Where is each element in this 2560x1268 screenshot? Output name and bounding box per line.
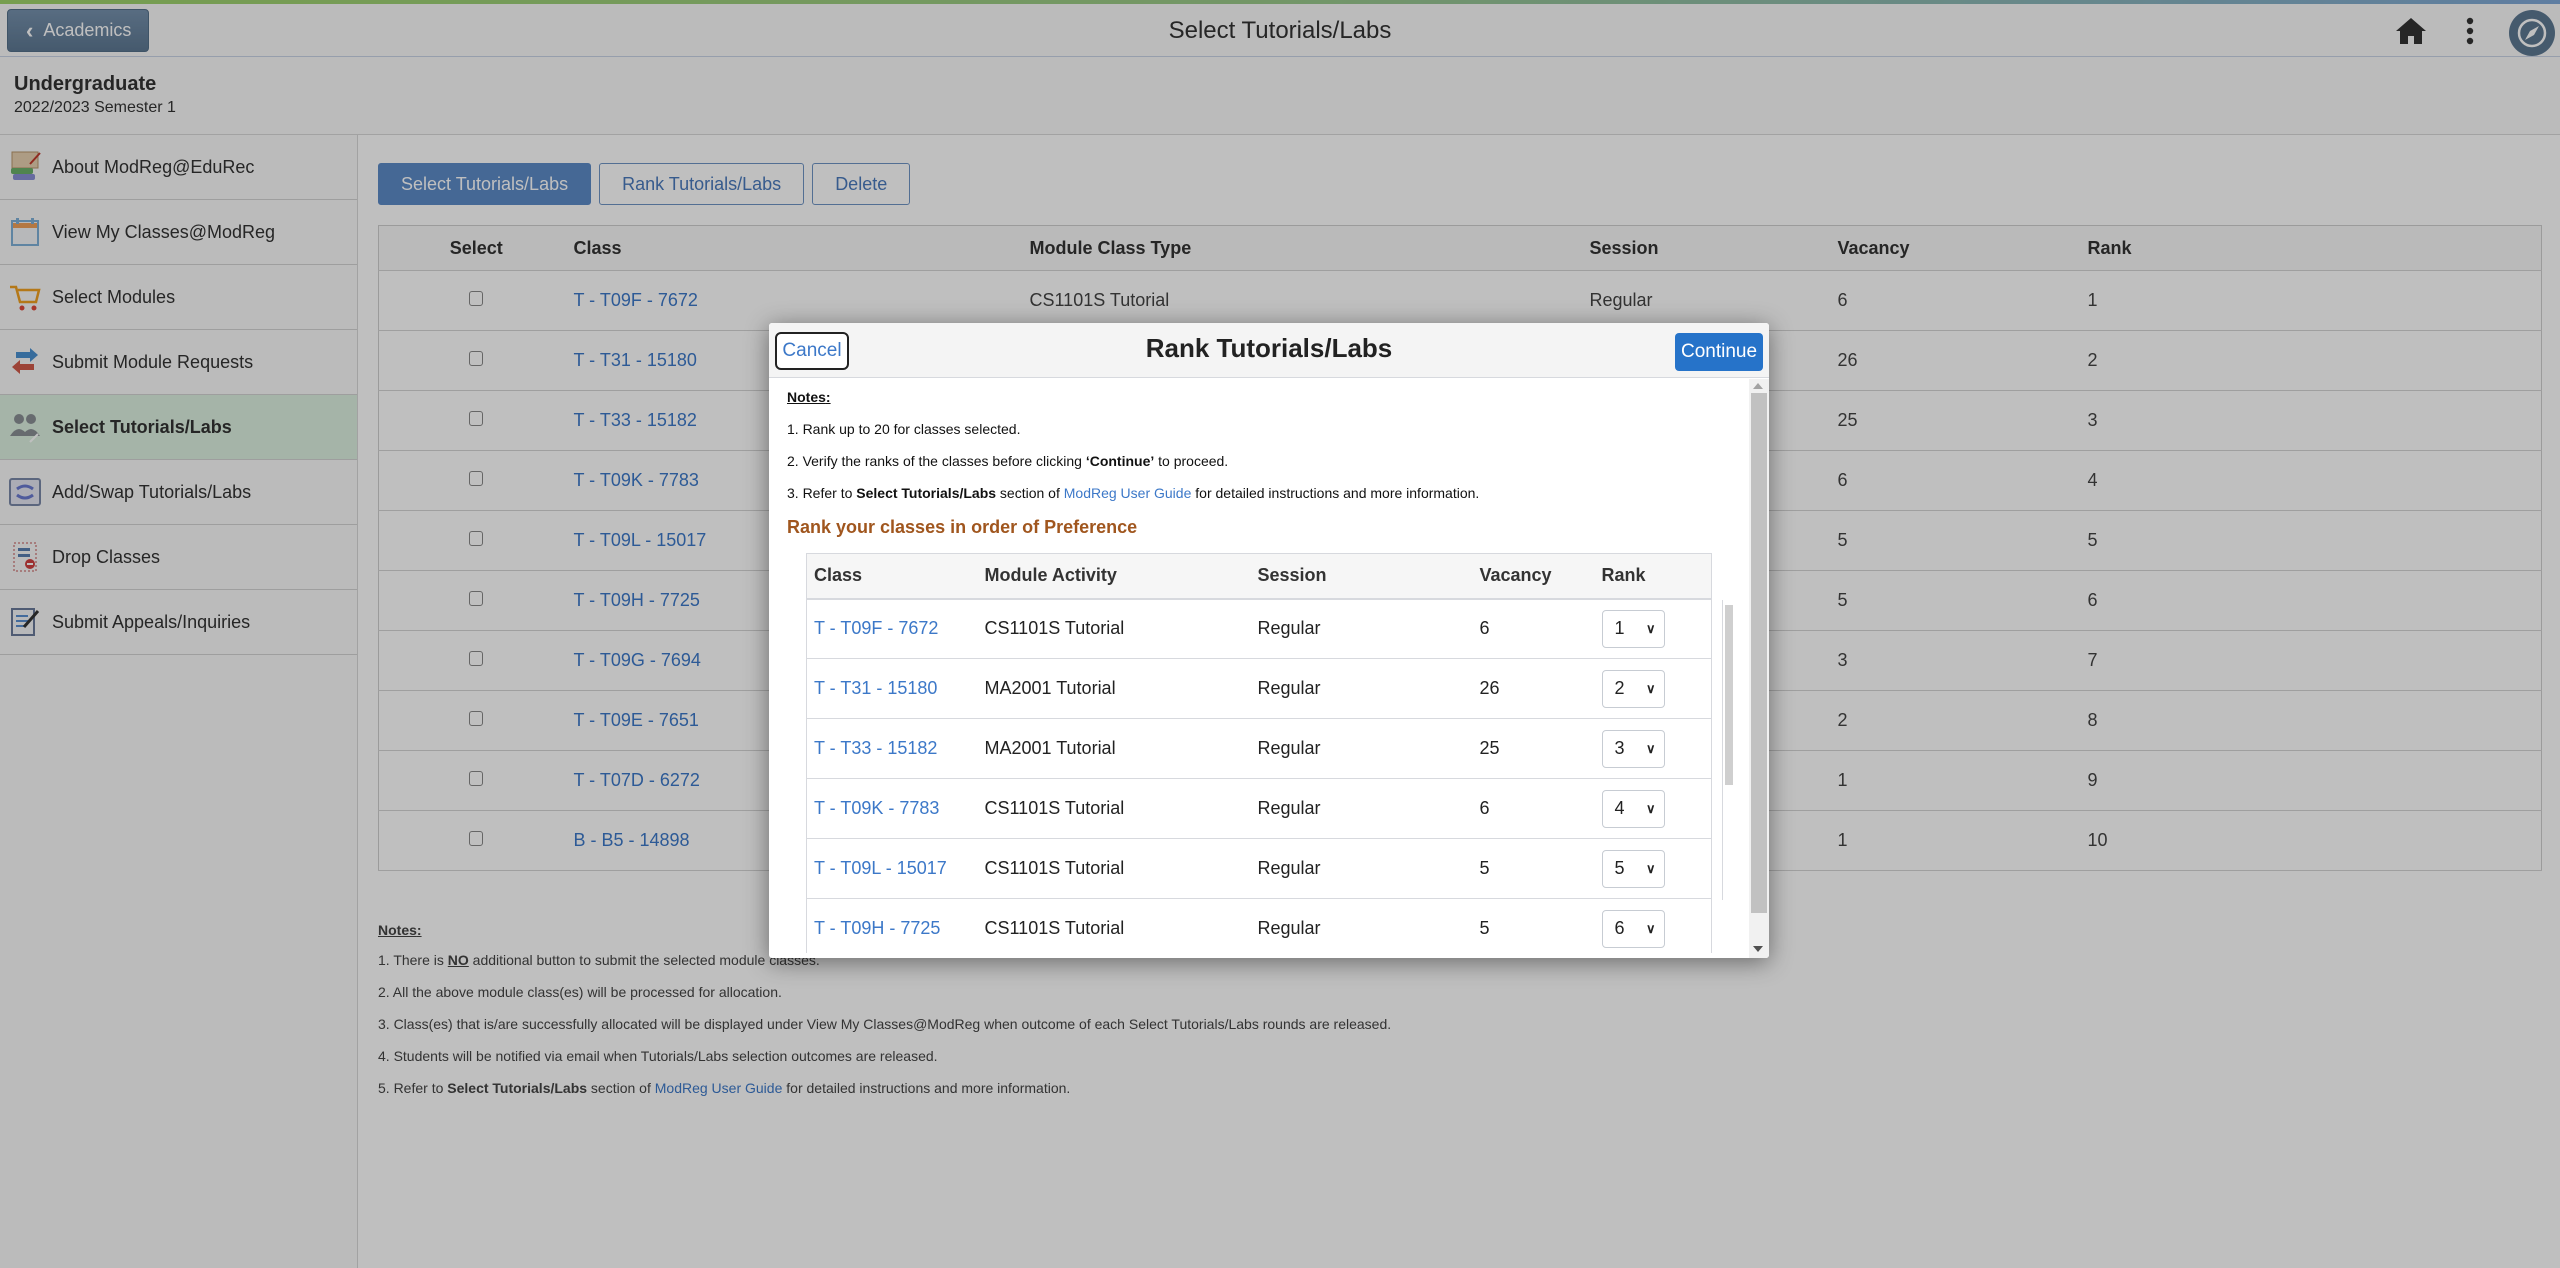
- rank-column-rank: Rank: [1594, 553, 1712, 600]
- rank-column-session: Session: [1250, 553, 1473, 600]
- rank-table-row: T - T09F - 7672 CS1101S Tutorial Regular 6 1…: [806, 598, 1712, 659]
- chevron-down-icon: ∨: [1645, 680, 1656, 696]
- module-activity-cell: CS1101S Tutorial: [977, 598, 1251, 659]
- rank-table-row: T - T09K - 7783 CS1101S Tutorial Regular 6 4…: [806, 778, 1712, 839]
- rank-session-cell: Regular: [1250, 598, 1473, 659]
- note-text: 2. Verify the ranks of the classes befor…: [787, 453, 1086, 469]
- preference-heading: Rank your classes in order of Preference: [787, 517, 1138, 537]
- rank-select-cell: 3 ∨: [1594, 718, 1712, 779]
- rank-table-divider: [1722, 600, 1723, 900]
- rank-table-row: T - T31 - 15180 MA2001 Tutorial Regular 26 2…: [806, 658, 1712, 719]
- rank-dropdown-value: 3: [1614, 738, 1625, 758]
- rank-column-module-activity: Module Activity: [977, 553, 1251, 600]
- rank-table-row: T - T09H - 7725 CS1101S Tutorial Regular 5 6…: [806, 898, 1712, 953]
- rank-vacancy-cell: 6: [1472, 778, 1595, 839]
- rank-column-vacancy: Vacancy: [1472, 553, 1595, 600]
- rank-dropdown-value: 4: [1614, 798, 1625, 818]
- rank-session-cell: Regular: [1250, 838, 1473, 899]
- rank-class-cell: T - T09H - 7725: [806, 898, 978, 953]
- rank-class-link[interactable]: T - T09H - 7725: [814, 918, 940, 938]
- module-activity-cell: CS1101S Tutorial: [977, 778, 1251, 839]
- rank-vacancy-cell: 6: [1472, 598, 1595, 659]
- rank-dropdown[interactable]: 2 ∨: [1601, 669, 1665, 708]
- rank-session-cell: Regular: [1250, 718, 1473, 779]
- rank-class-link[interactable]: T - T31 - 15180: [814, 678, 937, 698]
- chevron-down-icon: ∨: [1645, 620, 1656, 636]
- note-text: 3. Refer to: [787, 485, 857, 501]
- chevron-down-icon: ∨: [1645, 920, 1656, 936]
- rank-vacancy-cell: 5: [1472, 898, 1595, 953]
- modal-note-item: 3. Refer to Select Tutorials/Labs sectio…: [787, 485, 1731, 517]
- rank-table-scrollbar[interactable]: [1725, 605, 1733, 785]
- chevron-down-icon: ∨: [1645, 800, 1656, 816]
- rank-table-row: T - T09L - 15017 CS1101S Tutorial Regular 5…: [806, 838, 1712, 899]
- note-text: for detailed instructions and more infor…: [1191, 485, 1480, 501]
- note-emphasis: ‘Continue’: [1085, 453, 1155, 469]
- rank-select-cell: 2 ∨: [1594, 658, 1712, 719]
- rank-tutorials-modal: Cancel Rank Tutorials/Labs Continue Note…: [769, 323, 1769, 958]
- rank-column-class: Class: [806, 553, 978, 600]
- modal-notes-heading: Notes:: [787, 389, 831, 405]
- rank-dropdown-value: 2: [1614, 678, 1625, 698]
- rank-class-cell: T - T33 - 15182: [806, 718, 978, 779]
- module-activity-cell: CS1101S Tutorial: [977, 838, 1251, 899]
- rank-dropdown[interactable]: 6 ∨: [1601, 909, 1665, 948]
- rank-vacancy-cell: 26: [1472, 658, 1595, 719]
- rank-class-cell: T - T31 - 15180: [806, 658, 978, 719]
- modal-notes-heading-text: Notes: [787, 389, 826, 405]
- rank-session-cell: Regular: [1250, 778, 1473, 839]
- chevron-down-icon: ∨: [1645, 860, 1656, 876]
- modal-header: Cancel Rank Tutorials/Labs Continue: [769, 323, 1769, 378]
- modal-notes: Notes: 1. Rank up to 20 for classes sele…: [787, 389, 1731, 517]
- rank-select-cell: 1 ∨: [1594, 598, 1712, 659]
- rank-table: Class Module Activity Session Vacancy Ra…: [806, 553, 1712, 953]
- rank-dropdown-value: 1: [1614, 618, 1625, 639]
- rank-dropdown[interactable]: 3 ∨: [1601, 729, 1665, 768]
- scroll-down-arrow-icon[interactable]: [1753, 946, 1763, 952]
- rank-class-cell: T - T09F - 7672: [806, 598, 978, 659]
- rank-table-container: Class Module Activity Session Vacancy Ra…: [806, 553, 1712, 953]
- rank-class-link[interactable]: T - T09L - 15017: [814, 858, 947, 878]
- note-text: to proceed.: [1154, 453, 1229, 469]
- rank-dropdown[interactable]: 5 ∨: [1601, 849, 1665, 888]
- modal-user-guide-link[interactable]: ModReg User Guide: [1064, 485, 1192, 501]
- rank-table-row: T - T33 - 15182 MA2001 Tutorial Regular 25 3…: [806, 718, 1712, 779]
- modal-scrollbar-thumb[interactable]: [1751, 393, 1767, 913]
- rank-class-cell: T - T09L - 15017: [806, 838, 978, 899]
- scroll-up-arrow-icon[interactable]: [1753, 383, 1763, 389]
- rank-table-header-row: Class Module Activity Session Vacancy Ra…: [806, 553, 1712, 600]
- rank-dropdown-value: 6: [1614, 918, 1625, 938]
- rank-class-cell: T - T09K - 7783: [806, 778, 978, 839]
- rank-select-cell: 4 ∨: [1594, 778, 1712, 839]
- rank-vacancy-cell: 25: [1472, 718, 1595, 779]
- rank-dropdown[interactable]: 1 ∨: [1601, 609, 1665, 648]
- rank-select-cell: 5 ∨: [1594, 838, 1712, 899]
- modal-note-item: 1. Rank up to 20 for classes selected.: [787, 421, 1021, 437]
- module-activity-cell: CS1101S Tutorial: [977, 898, 1251, 953]
- module-activity-cell: MA2001 Tutorial: [977, 658, 1251, 719]
- rank-session-cell: Regular: [1250, 898, 1473, 953]
- rank-vacancy-cell: 5: [1472, 838, 1595, 899]
- rank-dropdown-value: 5: [1614, 858, 1625, 878]
- rank-dropdown[interactable]: 4 ∨: [1601, 789, 1665, 828]
- note-text: section of: [996, 485, 1064, 501]
- rank-class-link[interactable]: T - T33 - 15182: [814, 738, 937, 758]
- modal-scrollbar[interactable]: [1749, 379, 1769, 958]
- rank-session-cell: Regular: [1250, 658, 1473, 719]
- continue-button[interactable]: Continue: [1675, 333, 1763, 371]
- modal-title: Rank Tutorials/Labs: [1145, 333, 1393, 363]
- module-activity-cell: MA2001 Tutorial: [977, 718, 1251, 779]
- rank-class-link[interactable]: T - T09K - 7783: [814, 798, 939, 818]
- modal-note-item: 2. Verify the ranks of the classes befor…: [787, 453, 1731, 485]
- rank-select-cell: 6 ∨: [1594, 898, 1712, 953]
- note-emphasis: Select Tutorials/Labs: [856, 485, 997, 501]
- rank-class-link[interactable]: T - T09F - 7672: [814, 618, 938, 638]
- chevron-down-icon: ∨: [1645, 740, 1656, 756]
